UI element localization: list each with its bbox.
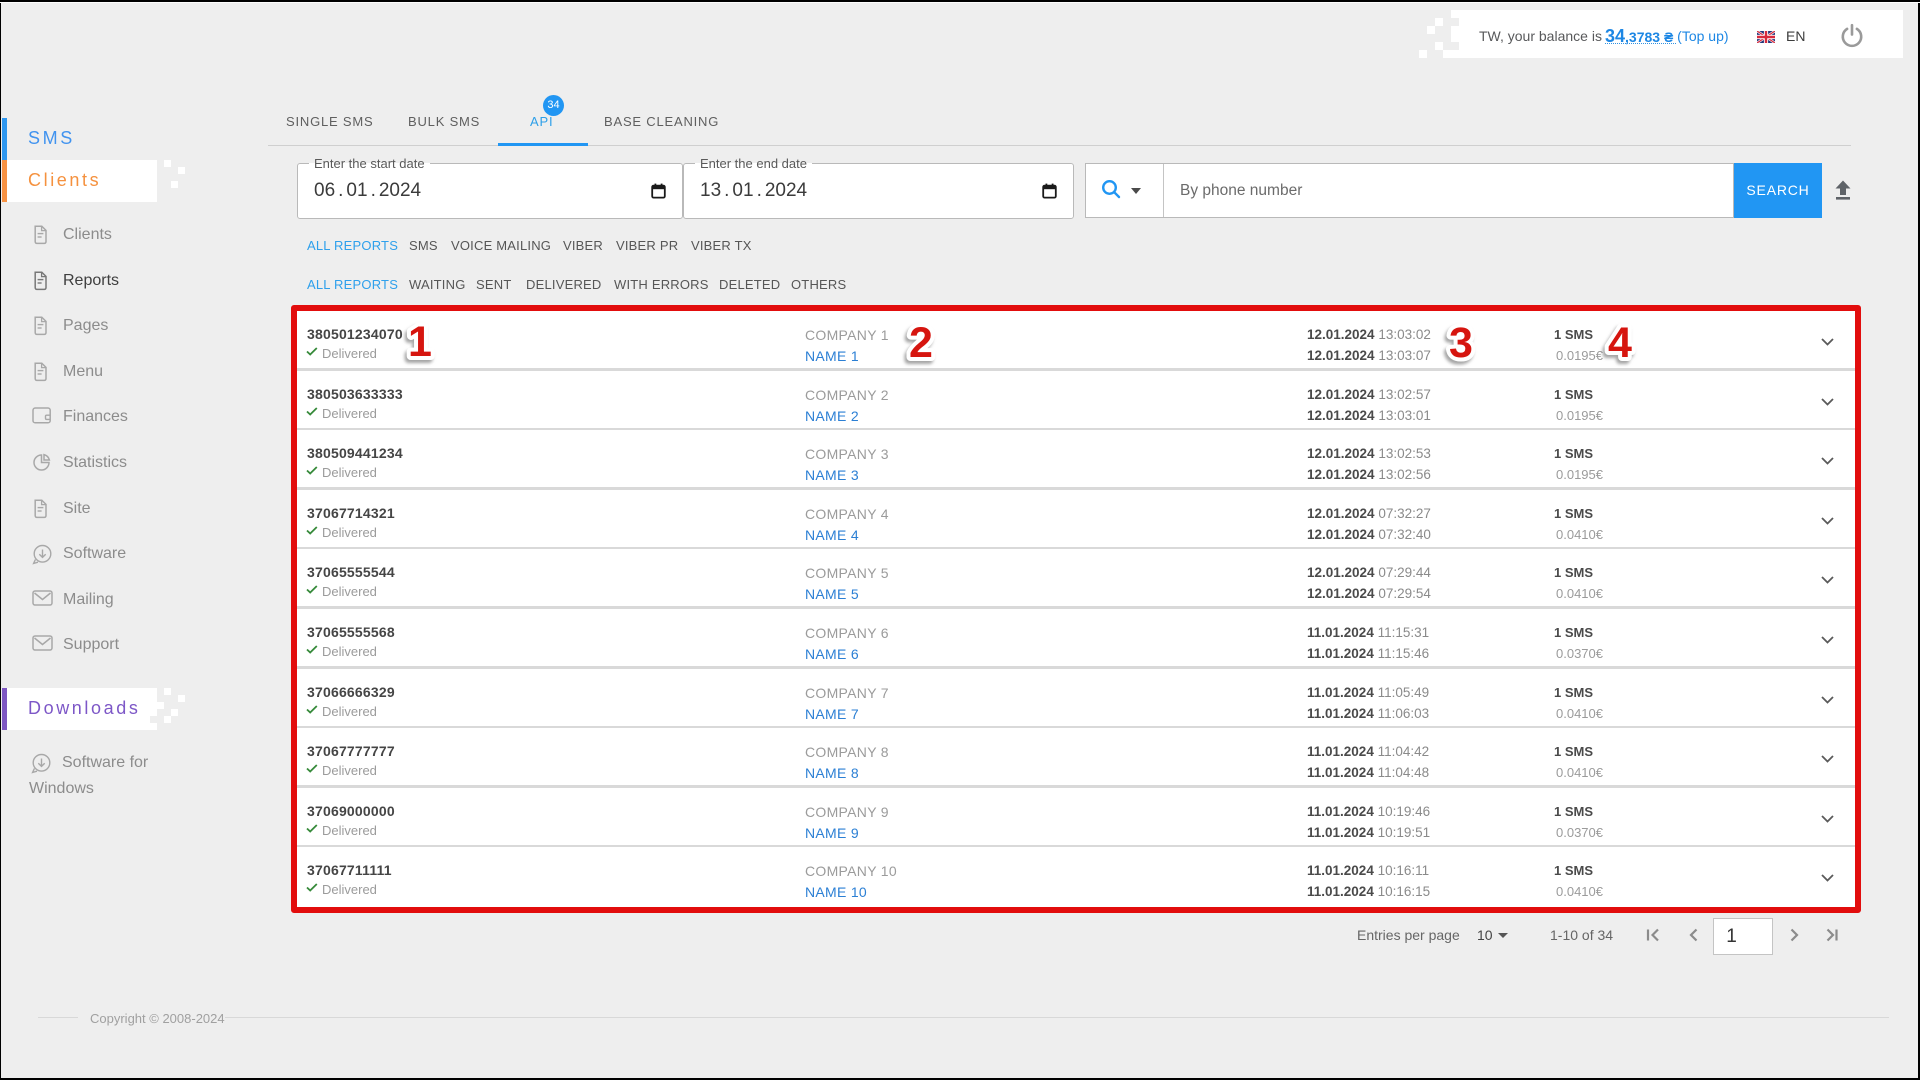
svg-text:3: 3 — [1449, 319, 1473, 367]
svg-text:1: 1 — [408, 318, 432, 366]
svg-text:4: 4 — [1608, 319, 1632, 367]
svg-text:2: 2 — [909, 319, 933, 367]
